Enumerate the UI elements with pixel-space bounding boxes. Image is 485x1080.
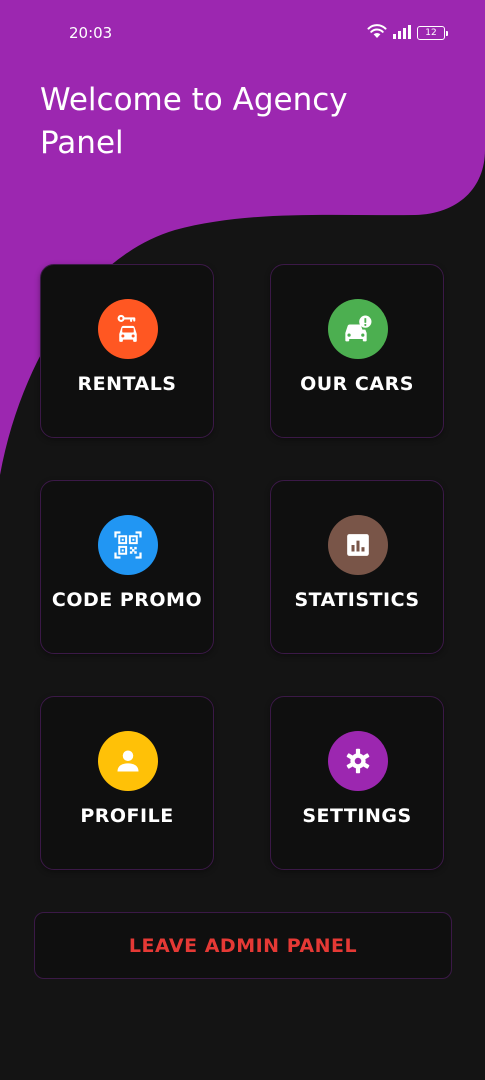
qr-code-icon — [114, 531, 142, 559]
statistics-icon-circle — [328, 515, 388, 575]
battery-level: 12 — [425, 27, 437, 38]
status-icons: 12 — [367, 23, 448, 43]
statistics-card[interactable]: STATISTICS — [270, 480, 444, 654]
rentals-icon-circle — [98, 299, 158, 359]
profile-card[interactable]: PROFILE — [40, 696, 214, 870]
battery-icon: 12 — [417, 26, 448, 40]
car-key-icon — [117, 314, 137, 342]
settings-icon-circle — [328, 731, 388, 791]
gear-icon — [346, 748, 370, 774]
statistics-label: STATISTICS — [294, 589, 420, 611]
profile-label: PROFILE — [80, 805, 174, 827]
leave-admin-panel-button[interactable]: LEAVE ADMIN PANEL — [34, 912, 452, 979]
car-alert-icon — [345, 315, 372, 342]
our-cars-label: OUR CARS — [300, 373, 414, 395]
code-promo-label: CODE PROMO — [51, 589, 203, 611]
our-cars-card[interactable]: OUR CARS — [270, 264, 444, 438]
page-title: Welcome to Agency Panel — [40, 82, 348, 161]
bar-chart-icon — [347, 534, 369, 556]
wifi-icon — [367, 23, 387, 43]
code-promo-icon-circle — [98, 515, 158, 575]
person-icon — [117, 750, 139, 772]
rentals-label: RENTALS — [77, 373, 177, 395]
profile-icon-circle — [98, 731, 158, 791]
our-cars-icon-circle — [328, 299, 388, 359]
status-time: 20:03 — [69, 24, 113, 42]
rentals-card[interactable]: RENTALS — [40, 264, 214, 438]
code-promo-card[interactable]: CODE PROMO — [40, 480, 214, 654]
settings-card[interactable]: SETTINGS — [270, 696, 444, 870]
leave-admin-panel-label: LEAVE ADMIN PANEL — [128, 934, 358, 957]
status-bar: 20:03 12 — [0, 0, 485, 64]
settings-label: SETTINGS — [302, 805, 412, 827]
signal-bars-icon — [392, 24, 412, 43]
